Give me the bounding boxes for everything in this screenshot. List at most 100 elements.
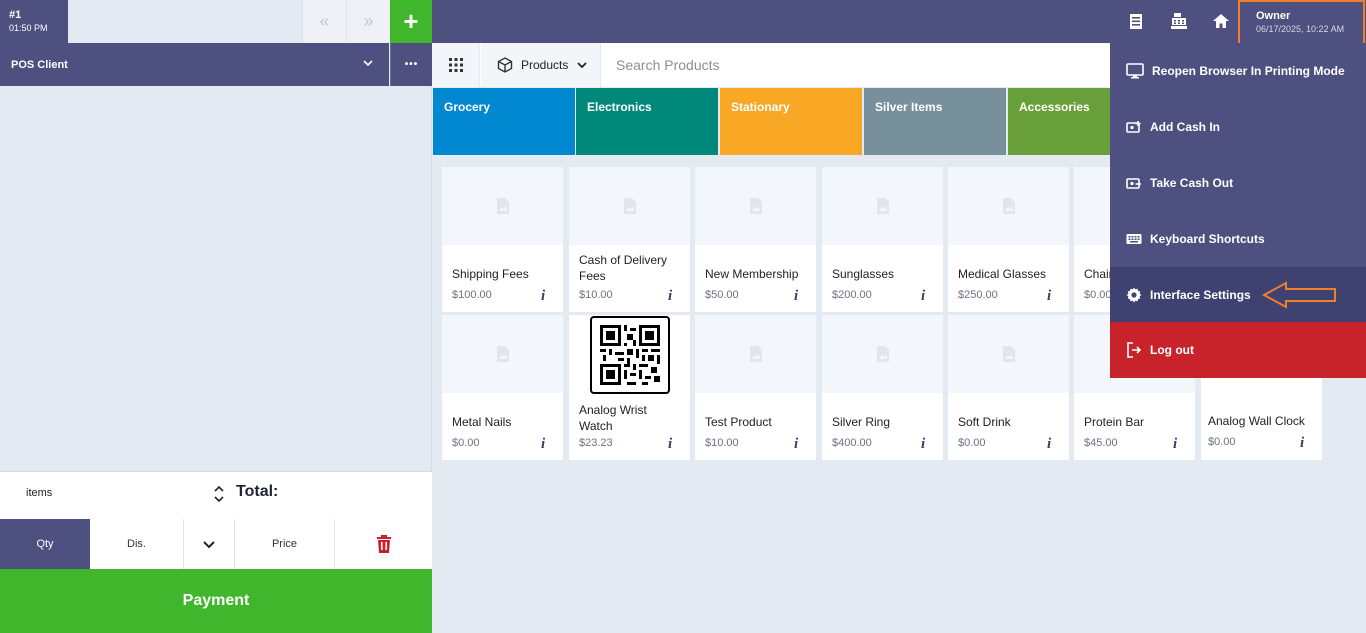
- products-dropdown[interactable]: Products: [481, 43, 601, 87]
- product-thumbnail: [948, 315, 1069, 393]
- product-thumbnail: [442, 315, 563, 393]
- image-placeholder-icon: [623, 198, 636, 214]
- product-card[interactable]: Soft Drink $0.00 i: [948, 315, 1069, 460]
- user-datetime: 06/17/2025, 10:22 AM: [1256, 24, 1345, 34]
- product-name: Medical Glasses: [958, 267, 1047, 281]
- menu-item-label: Keyboard Shortcuts: [1150, 232, 1265, 246]
- info-icon[interactable]: i: [794, 288, 798, 305]
- cart-action-row: Qty Dis. Price: [0, 519, 432, 569]
- cash-out-icon: [1126, 178, 1141, 189]
- product-name: Sunglasses: [832, 267, 895, 281]
- info-icon[interactable]: i: [668, 436, 672, 453]
- discount-button[interactable]: Dis.: [90, 519, 184, 569]
- info-icon[interactable]: i: [668, 288, 672, 305]
- discount-dropdown-button[interactable]: [184, 519, 235, 569]
- image-placeholder-icon: [496, 198, 509, 214]
- items-count-label: items: [26, 487, 53, 499]
- totals-bar: items Total:: [0, 471, 432, 519]
- product-card[interactable]: New Membership $50.00 i: [695, 167, 816, 312]
- cash-register-icon[interactable]: [1169, 11, 1189, 31]
- menu-item-label: Interface Settings: [1150, 288, 1251, 302]
- monitor-icon: [1126, 63, 1144, 79]
- order-time: 01:50 PM: [9, 23, 48, 33]
- product-card[interactable]: Test Product $10.00 i: [695, 315, 816, 460]
- add-order-button[interactable]: +: [390, 0, 432, 43]
- product-card[interactable]: Medical Glasses $250.00 i: [948, 167, 1069, 312]
- product-card[interactable]: Metal Nails $0.00 i: [442, 315, 563, 460]
- search-input[interactable]: [602, 43, 1110, 87]
- menu-item-label: Add Cash In: [1150, 120, 1221, 134]
- qr-code-image: [590, 316, 670, 394]
- info-icon[interactable]: i: [1173, 436, 1177, 453]
- product-name: Metal Nails: [452, 415, 512, 429]
- menu-item-label: Log out: [1150, 343, 1194, 357]
- payment-button[interactable]: Payment: [0, 569, 432, 633]
- category-grocery[interactable]: Grocery: [433, 88, 575, 155]
- info-icon[interactable]: i: [921, 288, 925, 305]
- next-order-button[interactable]: »: [346, 0, 390, 43]
- menu-item-reopen-printing[interactable]: Reopen Browser In Printing Mode: [1110, 43, 1366, 99]
- product-card[interactable]: Sunglasses $200.00 i: [822, 167, 943, 312]
- product-price: $23.23: [579, 437, 613, 449]
- product-thumbnail: [1074, 167, 1110, 245]
- product-card[interactable]: Chair $0.00: [1074, 167, 1110, 312]
- product-thumbnail: [569, 167, 690, 245]
- info-icon[interactable]: i: [1047, 436, 1051, 453]
- gear-icon: [1126, 287, 1142, 303]
- product-card[interactable]: Analog Wall Clock $0.00 i: [1201, 378, 1322, 460]
- product-card[interactable]: Silver Ring $400.00 i: [822, 315, 943, 460]
- order-tabs-area: [68, 0, 302, 43]
- product-thumbnail: [948, 167, 1069, 245]
- product-thumbnail: [695, 315, 816, 393]
- product-name: Silver Ring: [832, 415, 891, 429]
- menu-item-take-cash-out[interactable]: Take Cash Out: [1110, 155, 1366, 211]
- user-menu-button[interactable]: Owner 06/17/2025, 10:22 AM: [1238, 0, 1365, 45]
- product-card[interactable]: Analog Wrist Watch $23.23 i: [569, 315, 690, 460]
- more-options-button[interactable]: •••: [390, 43, 432, 86]
- menu-item-add-cash-in[interactable]: Add Cash In: [1110, 99, 1366, 155]
- chevron-down-icon: [577, 62, 587, 69]
- info-icon[interactable]: i: [541, 288, 545, 305]
- box-icon: [497, 57, 513, 73]
- product-price: $400.00: [832, 437, 872, 449]
- product-price: $250.00: [958, 289, 998, 301]
- product-card[interactable]: Shipping Fees $100.00 i: [442, 167, 563, 312]
- info-icon[interactable]: i: [794, 436, 798, 453]
- client-selector[interactable]: POS Client: [0, 43, 389, 86]
- image-placeholder-icon: [1002, 346, 1015, 362]
- category-electronics[interactable]: Electronics: [576, 88, 718, 155]
- home-icon[interactable]: [1211, 11, 1231, 31]
- image-placeholder-icon: [749, 346, 762, 362]
- product-name: Chair: [1084, 267, 1110, 281]
- info-icon[interactable]: i: [541, 436, 545, 453]
- products-dropdown-label: Products: [521, 58, 569, 72]
- delete-button[interactable]: [335, 519, 432, 569]
- grid-view-button[interactable]: [432, 43, 480, 87]
- prev-order-button[interactable]: «: [302, 0, 346, 43]
- user-name: Owner: [1256, 10, 1291, 22]
- product-price: $10.00: [705, 437, 739, 449]
- sort-icon[interactable]: [212, 484, 226, 504]
- product-card[interactable]: Cash of Delivery Fees $10.00 i: [569, 167, 690, 312]
- menu-item-label: Take Cash Out: [1150, 176, 1234, 190]
- price-button[interactable]: Price: [235, 519, 335, 569]
- products-toolbar: Products: [432, 43, 1110, 87]
- qty-button[interactable]: Qty: [0, 519, 90, 569]
- product-name: Soft Drink: [958, 415, 1011, 429]
- logout-icon: [1127, 342, 1142, 358]
- client-name: POS Client: [11, 58, 68, 71]
- menu-item-keyboard-shortcuts[interactable]: Keyboard Shortcuts: [1110, 211, 1366, 267]
- menu-item-log-out[interactable]: Log out: [1110, 322, 1366, 378]
- product-price: $50.00: [705, 289, 739, 301]
- info-icon[interactable]: i: [1047, 288, 1051, 305]
- product-price: $0.00: [452, 437, 480, 449]
- trash-icon: [376, 535, 391, 553]
- category-silver-items[interactable]: Silver Items: [864, 88, 1006, 155]
- category-stationary[interactable]: Stationary: [720, 88, 862, 155]
- info-icon[interactable]: i: [921, 436, 925, 453]
- product-price: $45.00: [1084, 437, 1118, 449]
- product-name: Analog Wrist Watch: [579, 403, 647, 433]
- info-icon[interactable]: i: [1300, 435, 1304, 452]
- order-tab[interactable]: #1 01:50 PM: [0, 0, 68, 43]
- receipt-icon[interactable]: [1126, 11, 1146, 31]
